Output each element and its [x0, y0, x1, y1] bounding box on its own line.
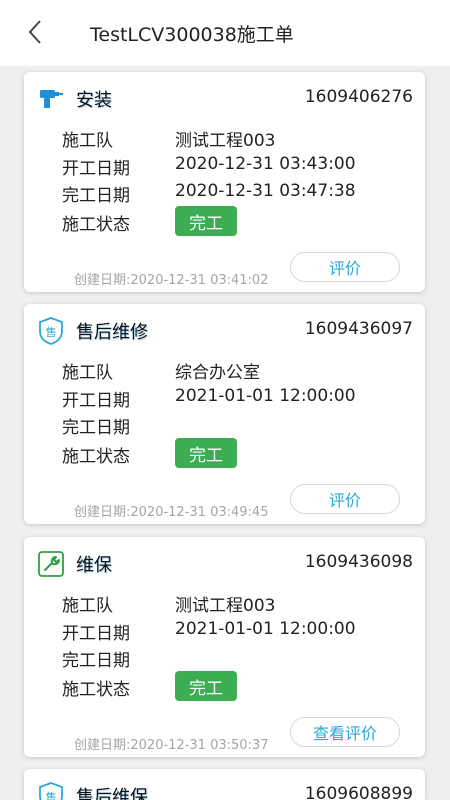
order-number: 1609406276	[304, 87, 413, 107]
svg-text:售: 售	[46, 790, 57, 800]
evaluate-button[interactable]: 评价	[290, 484, 400, 514]
finish-date-label: 完工日期	[62, 186, 130, 206]
created-date-value: 2020-12-31 03:49:45	[130, 505, 269, 520]
status-label: 施工状态	[62, 215, 130, 235]
finish-date-label: 完工日期	[62, 418, 130, 438]
created-date-label: 创建日期:	[74, 505, 131, 520]
work-type-label: 售后维保	[76, 787, 148, 800]
team-label: 施工队	[62, 596, 113, 616]
team-label: 施工队	[62, 131, 113, 151]
created-date: 创建日期:2020-12-31 03:50:37	[74, 734, 268, 753]
team-value: 测试工程003	[175, 596, 276, 616]
shield-icon: 售	[36, 316, 66, 346]
work-order-card[interactable]: 维保 1609436098 施工队 测试工程003 开工日期 2021-01-0…	[24, 537, 425, 757]
order-number: 1609608899	[304, 784, 413, 800]
view-evaluation-button[interactable]: 查看评价	[290, 717, 400, 747]
start-date-label: 开工日期	[62, 391, 130, 411]
work-order-card[interactable]: 售 售后维保 1609608899	[24, 769, 425, 800]
status-badge: 完工	[175, 206, 237, 236]
drill-icon	[36, 84, 66, 114]
chevron-left-icon	[28, 20, 41, 44]
status-badge: 完工	[175, 671, 237, 701]
back-button[interactable]	[18, 15, 52, 49]
page-title: TestLCV300038施工单	[90, 24, 294, 46]
created-date-value: 2020-12-31 03:50:37	[130, 738, 269, 753]
work-type-label: 维保	[76, 555, 112, 576]
team-value: 测试工程003	[175, 131, 276, 151]
evaluate-button[interactable]: 评价	[290, 252, 400, 282]
created-date-label: 创建日期:	[74, 738, 131, 753]
status-badge: 完工	[175, 438, 237, 468]
created-date-value: 2020-12-31 03:41:02	[130, 273, 269, 288]
start-date-value: 2021-01-01 12:00:00	[175, 386, 356, 406]
order-number: 1609436097	[304, 319, 413, 339]
work-type-label: 安装	[76, 90, 112, 111]
shield-icon: 售	[36, 781, 66, 800]
finish-date-label: 完工日期	[62, 651, 130, 671]
created-date-label: 创建日期:	[74, 273, 131, 288]
created-date: 创建日期:2020-12-31 03:49:45	[74, 501, 268, 520]
created-date: 创建日期:2020-12-31 03:41:02	[74, 269, 268, 288]
work-order-card[interactable]: 售 售后维修 1609436097 施工队 综合办公室 开工日期 2021-01…	[24, 304, 425, 524]
start-date-label: 开工日期	[62, 159, 130, 179]
team-value: 综合办公室	[175, 363, 260, 383]
app-header: TestLCV300038施工单	[0, 0, 450, 66]
svg-text:售: 售	[46, 325, 57, 339]
start-date-label: 开工日期	[62, 624, 130, 644]
finish-date-value: 2020-12-31 03:47:38	[175, 181, 356, 201]
work-order-card[interactable]: 安装 1609406276 施工队 测试工程003 开工日期 2020-12-3…	[24, 72, 425, 292]
team-label: 施工队	[62, 363, 113, 383]
start-date-value: 2020-12-31 03:43:00	[175, 154, 356, 174]
status-label: 施工状态	[62, 680, 130, 700]
status-label: 施工状态	[62, 447, 130, 467]
order-number: 1609436098	[304, 552, 413, 572]
start-date-value: 2021-01-01 12:00:00	[175, 619, 356, 639]
work-type-label: 售后维修	[76, 322, 148, 343]
wrench-icon	[36, 549, 66, 579]
